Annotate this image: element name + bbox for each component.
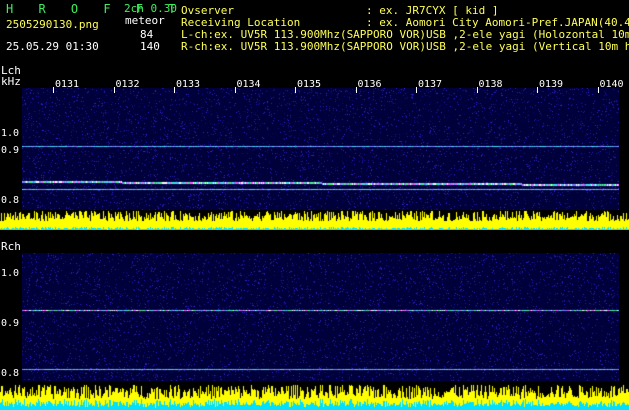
time-tick-label: 0140 <box>599 79 624 90</box>
rch-label: Rch <box>1 240 21 253</box>
rch-spectrogram <box>22 253 619 381</box>
time-tick-label: 0132 <box>115 79 140 90</box>
time-tick-label: 0137 <box>418 79 443 90</box>
time-tick-mark <box>234 87 236 93</box>
file-name: 2505290130.png <box>6 18 99 31</box>
mode-label: meteor <box>125 14 165 27</box>
time-tick-mark <box>174 87 175 93</box>
time-tick-label: 0134 <box>236 79 261 90</box>
lch-ytick-3: 0.8 <box>1 195 20 206</box>
time-tick-mark <box>355 87 357 93</box>
date-time: 25.05.29 01:30 <box>6 40 99 53</box>
time-tick-mark <box>113 87 115 93</box>
rch-info: R-ch:ex. UV5R 113.900Mhz(SAPPORO VOR)USB… <box>181 40 629 53</box>
time-tick-label: 0131 <box>55 79 80 90</box>
time-tick-label: 0139 <box>539 79 564 90</box>
lch-ytick-2: 0.9 <box>1 145 20 156</box>
time-tick-label: 0136 <box>357 79 382 90</box>
time-tick-label: 0133 <box>176 79 201 90</box>
hroft-screen: H R O F F T 2ch 0.30 2505290130.png mete… <box>0 0 629 410</box>
lch-spectrogram <box>22 88 619 211</box>
lch-unit: kHz <box>1 75 21 88</box>
lch-spectrogram-canvas <box>22 88 619 211</box>
rch-ytick-3: 0.8 <box>1 368 20 379</box>
time-tick-mark <box>476 87 478 93</box>
time-tick-mark <box>416 87 417 93</box>
rch-ytick-1: 1.0 <box>1 268 20 279</box>
lch-ytick-1: 1.0 <box>1 128 20 139</box>
rch-count: 140 <box>140 40 160 53</box>
time-tick-mark <box>53 87 54 93</box>
time-tick-label: 0138 <box>478 79 503 90</box>
time-tick-mark <box>295 87 296 93</box>
time-tick-mark <box>597 87 599 93</box>
lch-activity-bar <box>0 210 629 230</box>
rch-activity-bar <box>0 384 629 410</box>
time-tick-label: 0135 <box>297 79 322 90</box>
rch-spectrogram-canvas <box>22 253 619 381</box>
time-tick-mark <box>537 87 538 93</box>
rch-ytick-2: 0.9 <box>1 318 20 329</box>
